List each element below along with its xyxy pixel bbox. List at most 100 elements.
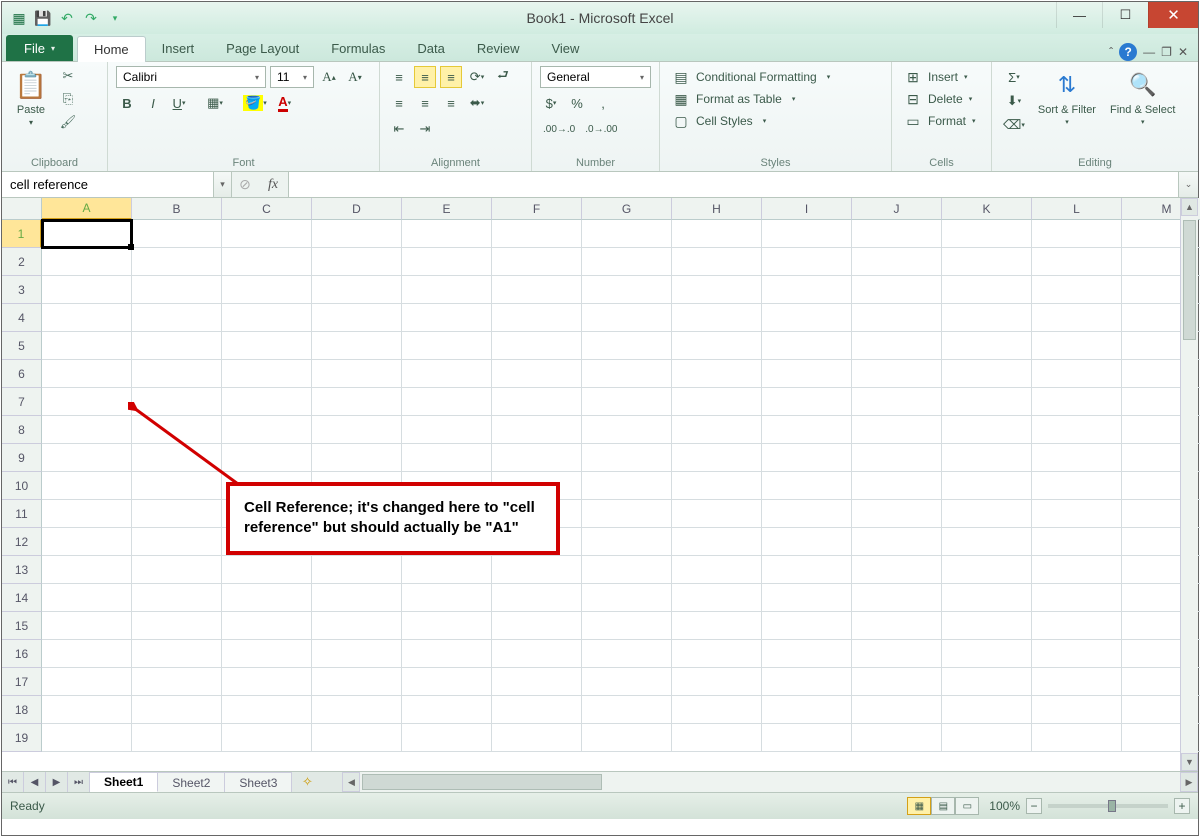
cell-K17[interactable] xyxy=(942,668,1032,696)
decrease-decimal-icon[interactable]: .0→.00 xyxy=(582,118,620,140)
cell-A19[interactable] xyxy=(42,724,132,752)
cell-J2[interactable] xyxy=(852,248,942,276)
cell-E3[interactable] xyxy=(402,276,492,304)
font-size-selector[interactable]: 11▾ xyxy=(270,66,314,88)
row-header-1[interactable]: 1 xyxy=(2,220,42,248)
cell-F5[interactable] xyxy=(492,332,582,360)
cell-K12[interactable] xyxy=(942,528,1032,556)
vertical-scroll-thumb[interactable] xyxy=(1183,220,1196,340)
cell-I18[interactable] xyxy=(762,696,852,724)
cell-G17[interactable] xyxy=(582,668,672,696)
cell-F14[interactable] xyxy=(492,584,582,612)
autosum-icon[interactable]: Σ▾ xyxy=(1000,66,1028,88)
cell-D13[interactable] xyxy=(312,556,402,584)
row-header-9[interactable]: 9 xyxy=(2,444,42,472)
align-bottom-icon[interactable]: ≡ xyxy=(440,66,462,88)
tab-insert[interactable]: Insert xyxy=(146,35,211,61)
cell-E13[interactable] xyxy=(402,556,492,584)
decrease-indent-icon[interactable]: ⇤ xyxy=(388,118,410,140)
cell-I11[interactable] xyxy=(762,500,852,528)
column-header-E[interactable]: E xyxy=(402,198,492,220)
cell-A13[interactable] xyxy=(42,556,132,584)
cell-A17[interactable] xyxy=(42,668,132,696)
cell-I19[interactable] xyxy=(762,724,852,752)
tab-data[interactable]: Data xyxy=(401,35,460,61)
align-top-icon[interactable]: ≡ xyxy=(388,66,410,88)
cell-H14[interactable] xyxy=(672,584,762,612)
column-header-H[interactable]: H xyxy=(672,198,762,220)
cell-D15[interactable] xyxy=(312,612,402,640)
horizontal-scrollbar[interactable]: ◀ ▶ xyxy=(342,772,1198,792)
cell-D7[interactable] xyxy=(312,388,402,416)
increase-font-icon[interactable]: A▴ xyxy=(318,66,340,88)
font-name-selector[interactable]: Calibri▾ xyxy=(116,66,266,88)
cell-D2[interactable] xyxy=(312,248,402,276)
cell-G4[interactable] xyxy=(582,304,672,332)
column-header-F[interactable]: F xyxy=(492,198,582,220)
cell-I3[interactable] xyxy=(762,276,852,304)
name-box-dropdown[interactable]: ▾ xyxy=(214,172,232,197)
cell-C1[interactable] xyxy=(222,220,312,248)
cell-C16[interactable] xyxy=(222,640,312,668)
cell-A3[interactable] xyxy=(42,276,132,304)
cell-B6[interactable] xyxy=(132,360,222,388)
cell-H19[interactable] xyxy=(672,724,762,752)
cell-B15[interactable] xyxy=(132,612,222,640)
cell-K15[interactable] xyxy=(942,612,1032,640)
cell-styles-button[interactable]: ▢Cell Styles▾ xyxy=(668,110,883,132)
cell-G5[interactable] xyxy=(582,332,672,360)
cell-H1[interactable] xyxy=(672,220,762,248)
cell-G13[interactable] xyxy=(582,556,672,584)
comma-icon[interactable]: , xyxy=(592,92,614,114)
cell-B2[interactable] xyxy=(132,248,222,276)
cell-D6[interactable] xyxy=(312,360,402,388)
cell-E15[interactable] xyxy=(402,612,492,640)
row-header-14[interactable]: 14 xyxy=(2,584,42,612)
tab-review[interactable]: Review xyxy=(461,35,536,61)
cell-L3[interactable] xyxy=(1032,276,1122,304)
cell-B18[interactable] xyxy=(132,696,222,724)
font-color-button[interactable]: A▾ xyxy=(274,92,296,114)
cell-J3[interactable] xyxy=(852,276,942,304)
cell-J14[interactable] xyxy=(852,584,942,612)
close-button[interactable]: ✕ xyxy=(1148,2,1198,28)
currency-icon[interactable]: $▾ xyxy=(540,92,562,114)
cell-E9[interactable] xyxy=(402,444,492,472)
cell-G7[interactable] xyxy=(582,388,672,416)
cell-I10[interactable] xyxy=(762,472,852,500)
cell-K9[interactable] xyxy=(942,444,1032,472)
cell-H8[interactable] xyxy=(672,416,762,444)
cell-K14[interactable] xyxy=(942,584,1032,612)
cell-B5[interactable] xyxy=(132,332,222,360)
cell-K1[interactable] xyxy=(942,220,1032,248)
cell-F9[interactable] xyxy=(492,444,582,472)
column-header-C[interactable]: C xyxy=(222,198,312,220)
cell-A14[interactable] xyxy=(42,584,132,612)
help-icon[interactable]: ? xyxy=(1119,43,1137,61)
conditional-formatting-button[interactable]: ▤Conditional Formatting▾ xyxy=(668,66,883,88)
delete-cells-button[interactable]: ⊟Delete▾ xyxy=(900,88,983,110)
cell-B1[interactable] xyxy=(132,220,222,248)
cell-A9[interactable] xyxy=(42,444,132,472)
cell-A2[interactable] xyxy=(42,248,132,276)
cell-L16[interactable] xyxy=(1032,640,1122,668)
cell-A7[interactable] xyxy=(42,388,132,416)
sheet-tab-2[interactable]: Sheet2 xyxy=(158,772,225,792)
cell-C19[interactable] xyxy=(222,724,312,752)
cell-E2[interactable] xyxy=(402,248,492,276)
row-header-11[interactable]: 11 xyxy=(2,500,42,528)
cell-G15[interactable] xyxy=(582,612,672,640)
cell-D1[interactable] xyxy=(312,220,402,248)
insert-cells-button[interactable]: ⊞Insert▾ xyxy=(900,66,983,88)
cell-L13[interactable] xyxy=(1032,556,1122,584)
qat-dropdown-icon[interactable]: ▾ xyxy=(104,7,126,29)
cell-E14[interactable] xyxy=(402,584,492,612)
cell-L6[interactable] xyxy=(1032,360,1122,388)
cell-J19[interactable] xyxy=(852,724,942,752)
orientation-icon[interactable]: ⟳▾ xyxy=(466,66,488,88)
doc-minimize-icon[interactable]: — xyxy=(1143,45,1155,59)
cell-J8[interactable] xyxy=(852,416,942,444)
cell-L9[interactable] xyxy=(1032,444,1122,472)
cell-H5[interactable] xyxy=(672,332,762,360)
number-format-selector[interactable]: General▾ xyxy=(540,66,651,88)
